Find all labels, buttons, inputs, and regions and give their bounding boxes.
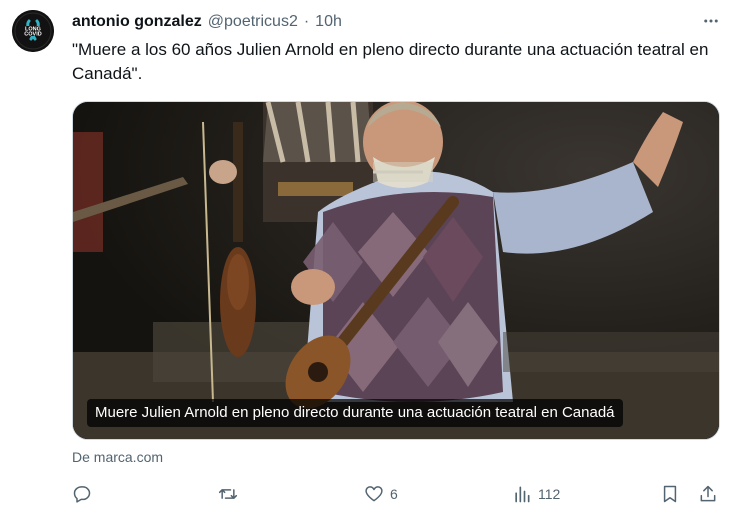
retweet-button[interactable] — [218, 482, 238, 506]
avatar[interactable]: LONG COVID — [12, 10, 54, 52]
author-handle[interactable]: @poetricus2 — [208, 13, 298, 31]
retweet-icon — [218, 489, 238, 499]
tweet-header: antonio gonzalez @poetricus2 · 10h — [72, 11, 690, 33]
bookmark-icon — [663, 485, 677, 503]
svg-text:COVID: COVID — [24, 32, 41, 38]
bookmark-button[interactable] — [660, 482, 680, 506]
author-name[interactable]: antonio gonzalez — [72, 13, 202, 31]
more-options-button[interactable] — [700, 10, 722, 32]
views-button[interactable]: 112 — [512, 482, 560, 506]
card-source[interactable]: De marca.com — [72, 449, 163, 465]
reply-button[interactable] — [72, 482, 92, 506]
timestamp[interactable]: 10h — [315, 13, 342, 31]
link-card[interactable]: Muere Julien Arnold en pleno directo dur… — [72, 101, 720, 440]
reply-icon — [73, 486, 91, 503]
long-covid-ribbon-logo: LONG COVID — [12, 10, 54, 52]
action-bar: 6 112 — [72, 482, 722, 506]
share-icon — [700, 485, 716, 502]
card-caption: Muere Julien Arnold en pleno directo dur… — [87, 399, 623, 427]
views-count: 112 — [538, 486, 561, 502]
heart-icon — [365, 486, 383, 502]
like-button[interactable]: 6 — [364, 482, 398, 506]
share-button[interactable] — [698, 482, 718, 506]
more-horizontal-icon — [704, 19, 718, 23]
separator-dot: · — [303, 13, 310, 30]
tweet-text: "Muere a los 60 años Julien Arnold en pl… — [72, 40, 709, 83]
card-image — [73, 102, 719, 439]
views-icon — [515, 486, 530, 503]
like-count: 6 — [390, 486, 398, 502]
